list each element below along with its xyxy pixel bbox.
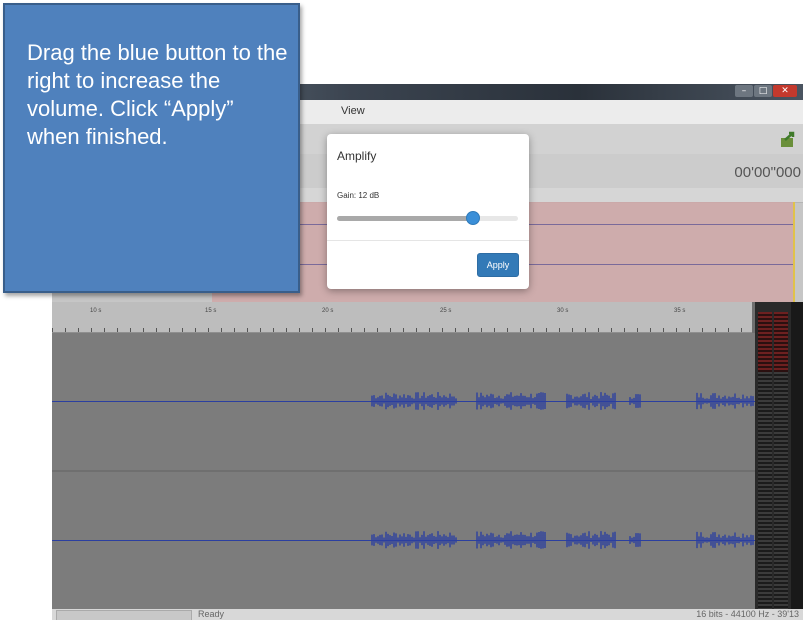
close-button[interactable]: ✕ <box>773 85 797 97</box>
window-controls: – □ ✕ <box>735 85 797 97</box>
meter-channel-left <box>758 312 772 609</box>
status-bar: Ready 16 bits - 44100 Hz - 39'13 <box>52 609 803 620</box>
time-ruler[interactable]: 10 s 15 s 20 s 25 s 30 s 35 s <box>52 302 752 333</box>
menu-view[interactable]: View <box>341 105 365 117</box>
instruction-callout: Drag the blue button to the right to inc… <box>3 3 300 293</box>
waveform-track-left[interactable] <box>52 333 755 470</box>
amplify-dialog: Amplify Gain: 12 dB Apply <box>327 134 529 289</box>
ruler-label: 30 s <box>557 308 569 314</box>
ruler-label: 35 s <box>674 308 686 314</box>
gain-slider[interactable] <box>337 211 518 225</box>
ruler-ticks <box>52 328 752 332</box>
ruler-label: 15 s <box>205 308 217 314</box>
waveform <box>371 531 754 549</box>
apply-button[interactable]: Apply <box>477 253 519 277</box>
waveform-samples <box>371 392 754 410</box>
level-meter <box>755 302 803 609</box>
status-text: Ready <box>198 609 225 619</box>
export-icon[interactable] <box>779 130 797 148</box>
ruler-label: 20 s <box>322 308 334 314</box>
gain-label: Gain: 12 dB <box>337 191 380 200</box>
selection-end-marker[interactable] <box>793 202 795 302</box>
progress-bar <box>56 610 192 620</box>
time-display: 00'00"000 <box>734 164 801 181</box>
meter-scale <box>791 302 803 609</box>
meter-channel-right <box>774 312 788 609</box>
ruler-label: 25 s <box>440 308 452 314</box>
minimize-button[interactable]: – <box>735 85 753 97</box>
maximize-button[interactable]: □ <box>754 85 772 97</box>
dialog-divider <box>327 240 529 241</box>
callout-text: Drag the blue button to the right to inc… <box>27 40 288 149</box>
gain-slider-thumb[interactable] <box>466 211 480 225</box>
waveform <box>371 392 754 410</box>
waveform-samples <box>371 531 754 549</box>
ruler-label: 10 s <box>90 308 102 314</box>
audio-format-info: 16 bits - 44100 Hz - 39'13 <box>696 609 799 619</box>
gain-slider-fill <box>337 216 473 221</box>
dialog-title: Amplify <box>337 149 377 163</box>
waveform-track-right[interactable] <box>52 472 755 609</box>
